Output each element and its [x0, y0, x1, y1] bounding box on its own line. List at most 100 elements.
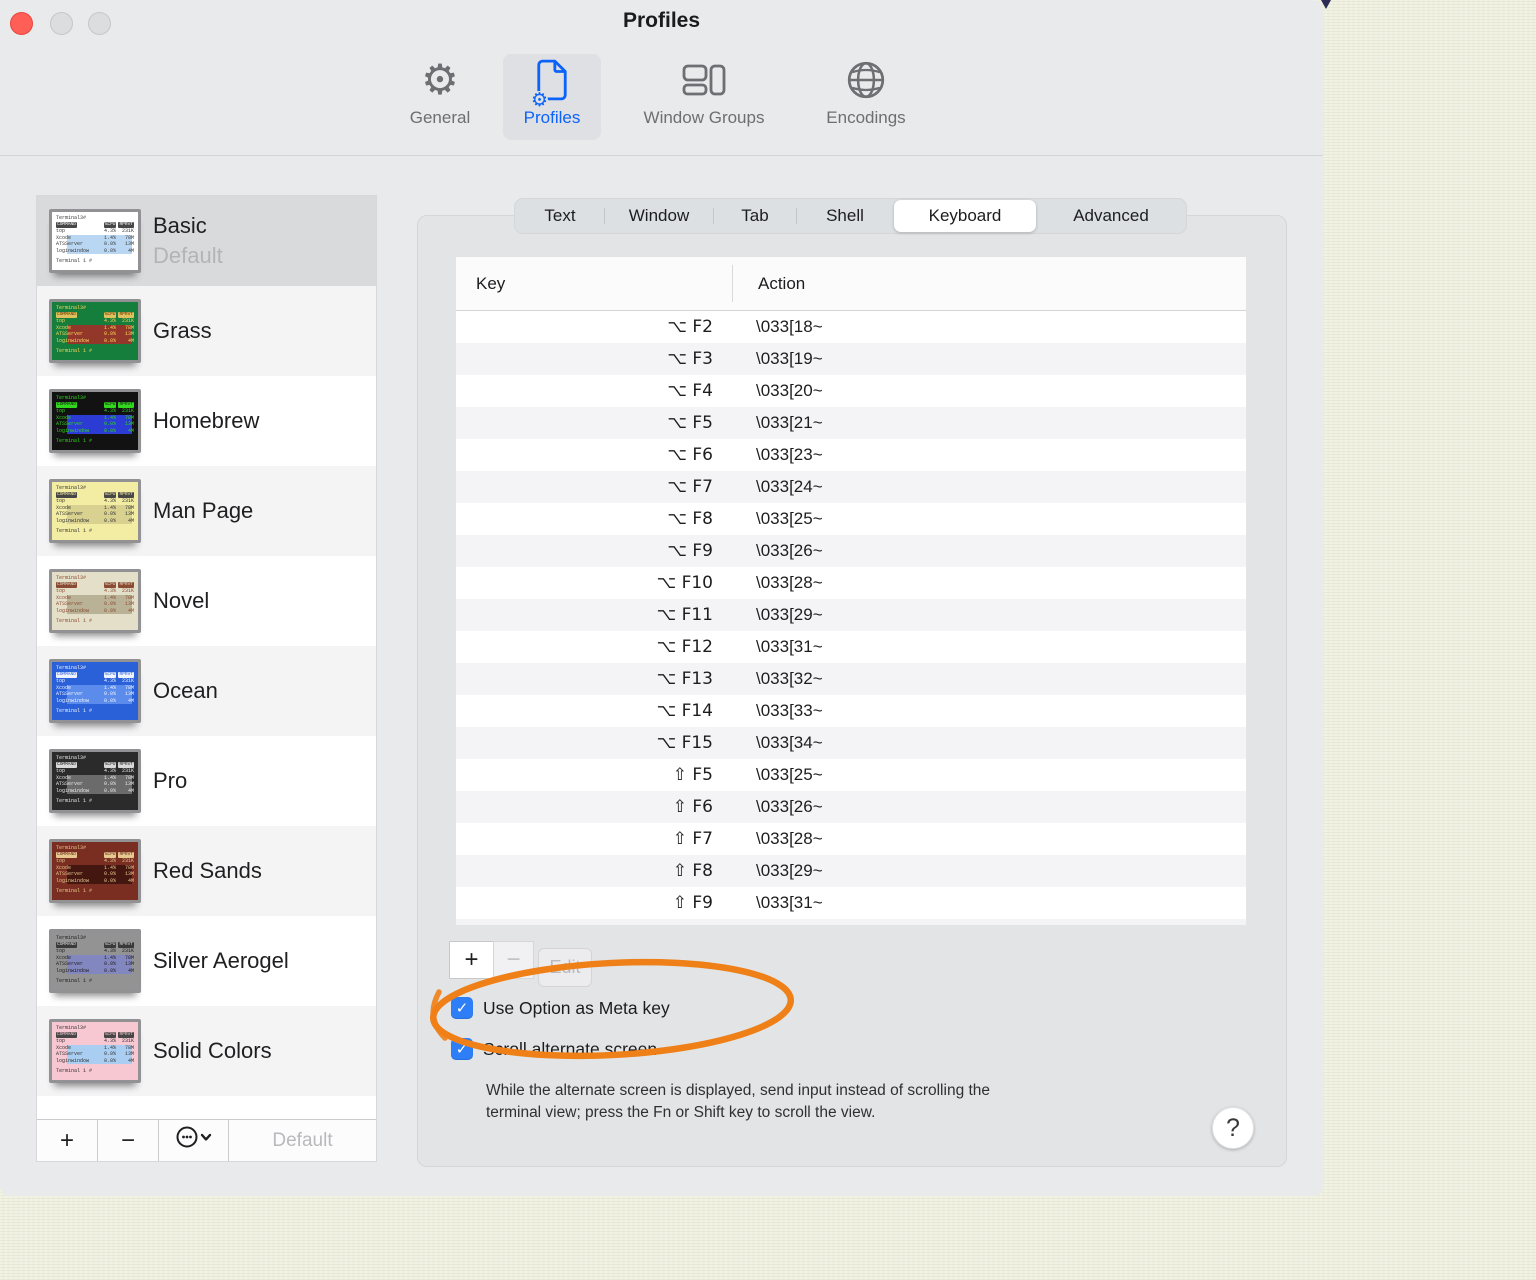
remove-profile-button[interactable]: − — [98, 1120, 159, 1161]
action-cell: \033[28~ — [756, 573, 823, 592]
tab-shell[interactable]: Shell — [797, 200, 893, 232]
key-mapping-row[interactable]: ⌥ F4 \033[20~ — [456, 375, 1246, 407]
key-mapping-row[interactable]: ⌥ F14 \033[33~ — [456, 695, 1246, 727]
profile-name: Novel — [153, 588, 210, 613]
globe-icon — [845, 54, 887, 106]
tab-tab[interactable]: Tab — [714, 200, 796, 232]
key-cell: ⇧ F7 — [672, 829, 713, 849]
key-cell: ⌥ F14 — [656, 701, 713, 721]
partial-row — [456, 919, 1246, 925]
key-cell: ⌥ F12 — [656, 637, 713, 657]
remove-key-mapping-button[interactable]: − — [493, 941, 534, 979]
action-cell: \033[21~ — [756, 413, 823, 432]
action-cell: \033[20~ — [756, 381, 823, 400]
key-cell: ⌥ F11 — [656, 605, 713, 625]
profile-thumbnail-screen: Terminal3# COMMAND %CPU RPRVT top 4.3% 231K… — [52, 572, 138, 630]
profile-thumbnail-screen: Terminal3# COMMAND %CPU RPRVT top 4.3% 231K… — [52, 932, 138, 990]
tab-text[interactable]: Text — [516, 200, 604, 232]
profile-subtitle: Default — [153, 243, 223, 268]
profile-thumbnail: Terminal3# COMMAND %CPU RPRVT top 4.3% 231K… — [49, 389, 141, 453]
key-cell: ⌥ F3 — [667, 349, 713, 369]
toolbar-item-encodings[interactable]: Encodings — [806, 54, 926, 140]
add-key-mapping-button[interactable]: + — [449, 941, 494, 979]
tab-advanced[interactable]: Advanced — [1037, 200, 1185, 232]
key-mapping-row[interactable]: ⌥ F15 \033[34~ — [456, 727, 1246, 759]
profile-list-item[interactable]: Terminal3# COMMAND %CPU RPRVT top 4.3% 231K… — [37, 916, 376, 1006]
profile-list-item[interactable]: Terminal3# COMMAND %CPU RPRVT top 4.3% 231K… — [37, 646, 376, 736]
key-mapping-row[interactable]: ⌥ F8 \033[25~ — [456, 503, 1246, 535]
column-header-action: Action — [758, 273, 806, 293]
action-cell: \033[31~ — [756, 893, 823, 912]
action-cell: \033[23~ — [756, 445, 823, 464]
profile-name: Grass — [153, 318, 212, 343]
action-cell: \033[26~ — [756, 797, 823, 816]
key-cell: ⇧ F8 — [672, 861, 713, 881]
use-option-as-meta-checkbox[interactable]: ✓ — [451, 997, 473, 1019]
key-cell: ⌥ F10 — [656, 573, 713, 593]
toolbar-item-profiles[interactable]: ⚙ Profiles — [503, 54, 601, 140]
key-mapping-row[interactable]: ⇧ F6 \033[26~ — [456, 791, 1246, 823]
key-mapping-row[interactable]: ⌥ F9 \033[26~ — [456, 535, 1246, 567]
use-option-as-meta-row: ✓ Use Option as Meta key — [451, 997, 670, 1019]
profile-list: Terminal3# COMMAND %CPU RPRVT top 4.3% 231K… — [37, 196, 376, 1096]
scroll-alternate-screen-checkbox[interactable]: ✓ — [451, 1038, 473, 1060]
help-button[interactable]: ? — [1212, 1107, 1254, 1149]
action-cell: \033[32~ — [756, 669, 823, 688]
key-cell: ⌥ F2 — [667, 317, 713, 337]
profile-list-item[interactable]: Terminal3# COMMAND %CPU RPRVT top 4.3% 231K… — [37, 1006, 376, 1096]
key-mapping-row[interactable]: ⇧ F8 \033[29~ — [456, 855, 1246, 887]
key-mapping-row[interactable]: ⌥ F5 \033[21~ — [456, 407, 1246, 439]
key-cell: ⌥ F15 — [656, 733, 713, 753]
profile-name: Homebrew — [153, 408, 260, 433]
profile-thumbnail-screen: Terminal3# COMMAND %CPU RPRVT top 4.3% 231K… — [52, 212, 138, 270]
document-gear-icon: ⚙ — [531, 54, 569, 110]
desktop-background: Profiles ⚙ General ⚙ Profiles Window Gro… — [0, 0, 1536, 1280]
profile-thumbnail: Terminal3# COMMAND %CPU RPRVT top 4.3% 231K… — [49, 479, 141, 543]
profile-actions-menu-button[interactable] — [159, 1120, 229, 1161]
action-cell: \033[26~ — [756, 541, 823, 560]
edit-key-mapping-button[interactable]: Edit — [538, 948, 592, 987]
alternate-screen-help-text: While the alternate screen is displayed,… — [486, 1082, 991, 1121]
profile-name: Red Sands — [153, 858, 262, 883]
key-mapping-row[interactable]: ⇧ F5 \033[25~ — [456, 759, 1246, 791]
key-cell: ⌥ F6 — [667, 445, 713, 465]
profile-list-item[interactable]: Terminal3# COMMAND %CPU RPRVT top 4.3% 231K… — [37, 376, 376, 466]
key-mapping-row[interactable]: ⌥ F10 \033[28~ — [456, 567, 1246, 599]
toolbar-item-window-groups[interactable]: Window Groups — [616, 54, 792, 140]
key-mapping-row[interactable]: ⌥ F11 \033[29~ — [456, 599, 1246, 631]
key-mapping-row[interactable]: ⌥ F6 \033[23~ — [456, 439, 1246, 471]
key-mapping-row[interactable]: ⌥ F12 \033[31~ — [456, 631, 1246, 663]
key-mapping-row[interactable]: ⌥ F13 \033[32~ — [456, 663, 1246, 695]
add-profile-button[interactable]: + — [37, 1120, 98, 1161]
key-mapping-row[interactable]: ⇧ F9 \033[31~ — [456, 887, 1246, 919]
profile-name: Pro — [153, 768, 188, 793]
profile-list-item[interactable]: Terminal3# COMMAND %CPU RPRVT top 4.3% 231K… — [37, 196, 376, 286]
profile-name: Ocean — [153, 678, 218, 703]
tab-keyboard[interactable]: Keyboard — [894, 200, 1036, 232]
key-cell: ⌥ F9 — [667, 541, 713, 561]
profile-list-item[interactable]: Terminal3# COMMAND %CPU RPRVT top 4.3% 231K… — [37, 826, 376, 916]
key-cell: ⌥ F13 — [656, 669, 713, 689]
key-mapping-row[interactable]: ⇧ F7 \033[28~ — [456, 823, 1246, 855]
profile-name: Man Page — [153, 498, 254, 523]
key-mapping-row[interactable]: ⌥ F7 \033[24~ — [456, 471, 1246, 503]
action-cell: \033[33~ — [756, 701, 823, 720]
action-cell: \033[28~ — [756, 829, 823, 848]
key-cell: ⇧ F9 — [672, 893, 713, 913]
toolbar-item-general[interactable]: ⚙ General — [393, 54, 487, 140]
profiles-sidebar: Terminal3# COMMAND %CPU RPRVT top 4.3% 231K… — [36, 195, 377, 1162]
profile-list-item[interactable]: Terminal3# COMMAND %CPU RPRVT top 4.3% 231K… — [37, 466, 376, 556]
key-mapping-row[interactable]: ⌥ F3 \033[19~ — [456, 343, 1246, 375]
key-cell: ⇧ F5 — [672, 765, 713, 785]
set-default-button[interactable]: Default — [229, 1120, 376, 1161]
profile-name: Basic — [153, 213, 207, 238]
profile-list-item[interactable]: Terminal3# COMMAND %CPU RPRVT top 4.3% 231K… — [37, 736, 376, 826]
profile-list-item[interactable]: Terminal3# COMMAND %CPU RPRVT top 4.3% 231K… — [37, 556, 376, 646]
key-mapping-row[interactable]: ⌥ F2 \033[18~ — [456, 311, 1246, 343]
key-cell: ⌥ F5 — [667, 413, 713, 433]
profile-thumbnail-screen: Terminal3# COMMAND %CPU RPRVT top 4.3% 231K… — [52, 842, 138, 900]
tab-window[interactable]: Window — [605, 200, 713, 232]
action-cell: \033[29~ — [756, 861, 823, 880]
profile-list-item[interactable]: Terminal3# COMMAND %CPU RPRVT top 4.3% 231K… — [37, 286, 376, 376]
action-cell: \033[19~ — [756, 349, 823, 368]
